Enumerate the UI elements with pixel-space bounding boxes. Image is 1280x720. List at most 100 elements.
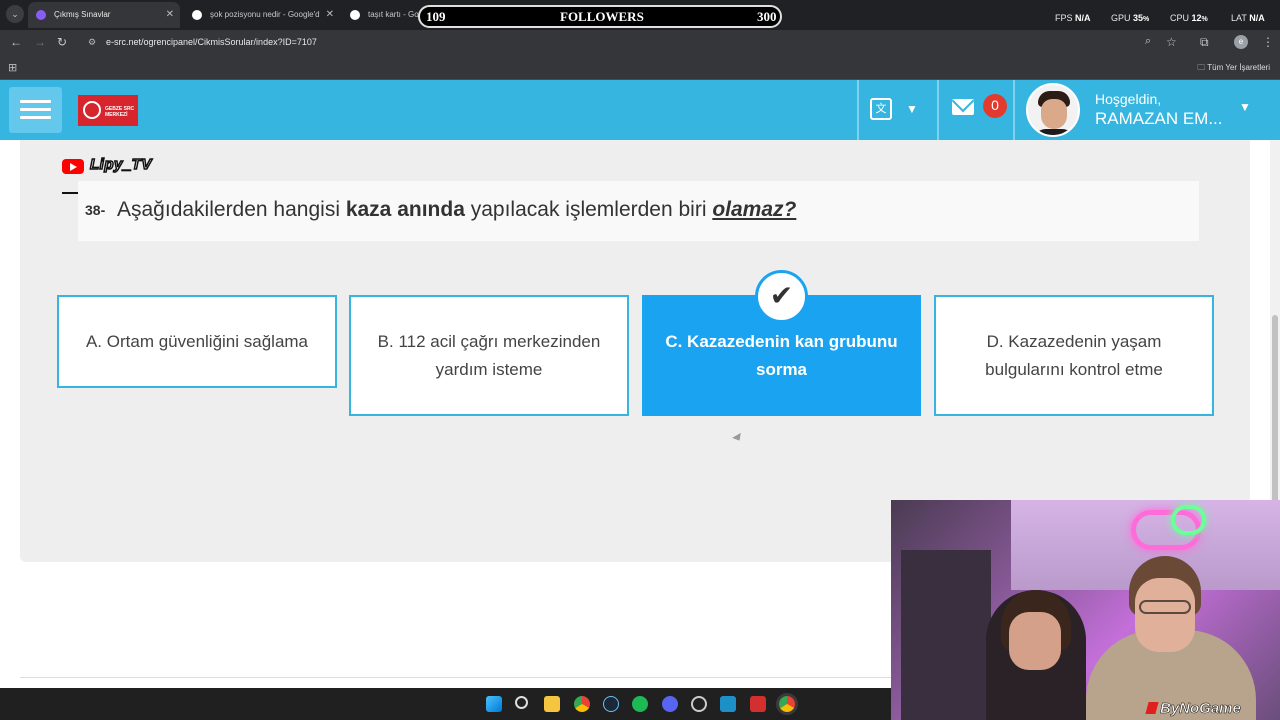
file-explorer-icon[interactable] [544,696,560,712]
menu-dots-icon[interactable]: ⋮ [1262,35,1274,49]
question-text-part: Aşağıdakilerden hangisi [117,198,346,221]
question-number: 38- [85,202,106,218]
question-text: Aşağıdakilerden hangisi kaza anında yapı… [117,198,796,222]
gpu-label: GPU [1111,13,1131,23]
avatar-face [1041,99,1067,129]
brand-mark-icon [1145,702,1159,714]
correct-check-icon: ✔ [755,270,808,323]
site-info-icon[interactable]: ⚙ [88,37,96,48]
site-logo[interactable]: GEBZE SRC MERKEZİ [78,95,138,126]
app-icon[interactable] [750,696,766,712]
all-bookmarks[interactable]: 🗀 Tüm Yer İşaretleri [1197,62,1270,76]
followers-label: FOLLOWERS [560,9,644,24]
spotify-icon[interactable] [632,696,648,712]
gpu-readout: GPU 35% [1111,13,1149,23]
tab-title: Çıkmış Sınavlar [54,10,111,19]
tab-google-search[interactable]: şok pozisyonu nedir - Google'd ✕ [184,2,340,28]
bookmark-star-icon[interactable]: ☆ [1166,35,1177,49]
gpu-value: 35 [1133,13,1144,23]
apps-grid-icon[interactable]: ⊞ [8,61,17,74]
followers-current: 109 [426,9,446,24]
site-favicon-icon [36,10,46,20]
header-divider [857,80,859,140]
cam-glasses [1139,600,1191,614]
tab-title: taşıt kartı - Go [368,10,419,19]
fps-readout: FPS N/A [1055,13,1091,23]
lat-readout: LAT N/A [1231,13,1265,23]
steam-icon[interactable] [603,696,619,712]
watermark-text: Lipy_TV [89,155,152,174]
tab-cikmis-sinavlar[interactable]: Çıkmış Sınavlar ✕ [28,2,180,28]
cam-person-face [1009,612,1061,670]
zoom-icon[interactable]: ⌕ [1145,35,1151,48]
search-icon[interactable] [515,696,528,709]
tab-tasit-karti[interactable]: taşıt kartı - Go [342,2,420,28]
address-bar[interactable]: ⚙ e-src.net/ogrencipanel/CikmisSorular/i… [80,33,1190,54]
question-box: 38- Aşağıdakilerden hangisi kaza anında … [78,181,1199,241]
menu-line [20,108,51,111]
fps-value: N/A [1075,13,1091,23]
cam-shelf [901,550,991,720]
obs-icon[interactable] [691,696,707,712]
screen: ⌄ Çıkmış Sınavlar ✕ şok pozisyonu nedir … [0,0,1280,720]
cam-person-face [1135,578,1195,652]
tab-search-icon[interactable]: ⌄ [6,5,24,23]
cam-brand-logo: ByNoGame [1145,700,1241,718]
all-bookmarks-label: Tüm Yer İşaretleri [1207,63,1270,72]
google-favicon-icon [350,10,360,20]
fps-label: FPS [1055,13,1073,23]
user-menu[interactable]: Hoşgeldin, RAMAZAN EM... ▼ [1015,80,1280,140]
reload-icon[interactable]: ↻ [57,35,67,49]
cpu-readout: CPU 12% [1170,13,1208,23]
followers-goal: 300 [757,9,777,24]
hamburger-menu-button[interactable] [9,87,62,133]
tab-title: şok pozisyonu nedir - Google'd [210,10,320,19]
cpu-percent: % [1201,16,1208,23]
lat-label: LAT [1231,13,1247,23]
back-icon[interactable]: ← [10,35,22,49]
notification-badge: 0 [983,94,1007,118]
logo-mark-icon [83,101,101,119]
youtube-icon [62,159,84,174]
url-text[interactable]: e-src.net/ogrencipanel/CikmisSorular/ind… [106,37,317,47]
header-divider [937,80,939,140]
start-icon[interactable] [486,696,502,712]
logo-text: GEBZE SRC MERKEZİ [105,106,135,118]
gpu-percent: % [1143,16,1150,23]
cpu-value: 12 [1191,13,1202,23]
cam-neon-sign [1171,505,1206,535]
answer-option-d[interactable]: D. Kazazedenin yaşam bulgularını kontrol… [934,295,1214,416]
brand-text: ByNoGame [1160,700,1241,718]
answer-option-b[interactable]: B. 112 acil çağrı merkezinden yardım ist… [349,295,629,416]
profile-avatar[interactable]: e [1234,35,1248,49]
discord-icon[interactable] [662,696,678,712]
language-icon[interactable]: 文 [870,98,892,120]
question-text-bold: kaza anında [345,198,465,221]
chrome-active-icon[interactable] [779,696,795,712]
browser-tab-bar: ⌄ Çıkmış Sınavlar ✕ şok pozisyonu nedir … [0,0,1280,30]
avatar-shirt [1032,129,1076,135]
chrome-icon[interactable] [574,696,590,712]
question-text-part: yapılacak işlemlerden biri [464,198,713,221]
language-caret-icon[interactable]: ▼ [906,102,918,116]
close-tab-icon[interactable]: ✕ [326,2,334,28]
user-caret-icon[interactable]: ▼ [1239,100,1251,114]
bookmarks-bar: ⊞ 🗀 Tüm Yer İşaretleri [0,56,1280,80]
app-icon[interactable] [720,696,736,712]
followers-goal-overlay: 109 FOLLOWERS 300 [418,5,782,28]
greeting-text: Hoşgeldin, [1095,91,1162,107]
answer-option-a[interactable]: A. Ortam güvenliğini sağlama [57,295,337,388]
close-tab-icon[interactable]: ✕ [166,2,174,28]
site-header: GEBZE SRC MERKEZİ 文 ▼ 0 Hoşgeldin, RAMAZ… [0,80,1280,140]
mail-icon[interactable] [952,99,974,115]
browser-toolbar: ← → ↻ ⚙ e-src.net/ogrencipanel/CikmisSor… [0,30,1280,56]
webcam-overlay: ByNoGame [891,500,1280,720]
forward-icon[interactable]: → [34,35,46,49]
user-name: RAMAZAN EM... [1095,109,1223,128]
cpu-label: CPU [1170,13,1190,23]
user-avatar [1026,83,1080,137]
google-favicon-icon [192,10,202,20]
menu-line [20,100,51,103]
extensions-icon[interactable]: ⧉ [1200,35,1209,50]
lat-value: N/A [1249,13,1265,23]
